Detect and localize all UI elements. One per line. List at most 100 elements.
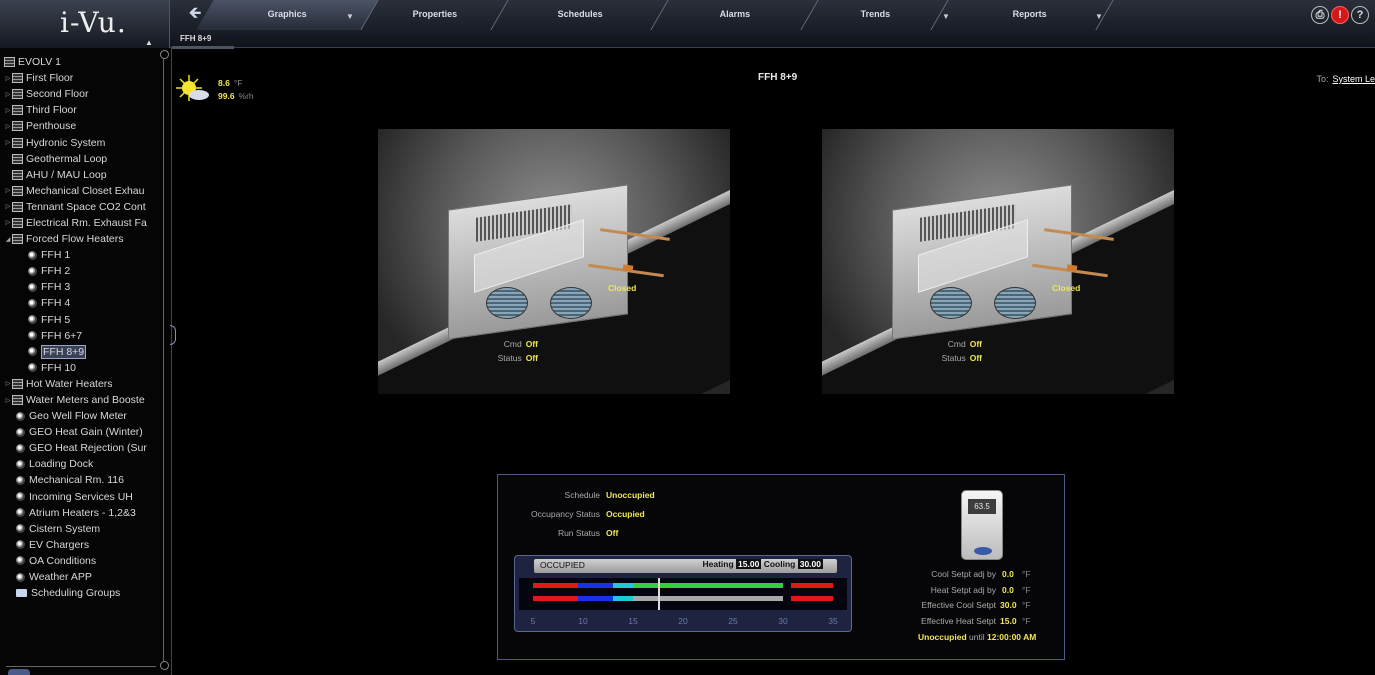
expand-arrow-icon[interactable]: ▷ — [4, 75, 12, 82]
tree-item-label: Hydronic System — [26, 136, 106, 149]
trends-dropdown-icon[interactable]: ▼ — [942, 12, 950, 21]
tree-item[interactable]: ▷ Mechanical Closet Exhau — [0, 183, 164, 199]
cmd-value-2[interactable]: Off — [970, 339, 982, 349]
tree-item[interactable]: ▷ Tennant Space CO2 Cont — [0, 199, 164, 215]
tree-item[interactable]: ▷ Water Meters and Booste — [0, 392, 164, 408]
status-value-1: Off — [525, 353, 538, 363]
expand-arrow-icon[interactable]: ▷ — [4, 219, 12, 226]
tree-item[interactable]: GEO Heat Rejection (Sur — [0, 440, 164, 456]
tree-item[interactable]: AHU / MAU Loop — [0, 167, 164, 183]
expand-arrow-icon[interactable]: ▷ — [4, 187, 12, 194]
tree-item[interactable]: Cistern System — [0, 521, 164, 537]
tab-properties-label: Properties — [412, 9, 458, 19]
tree-item-label: Second Floor — [26, 88, 89, 101]
status-row-1: Status Off — [438, 353, 538, 363]
reports-dropdown-icon[interactable]: ▼ — [1095, 12, 1103, 21]
tree-item[interactable]: FFH 3 — [0, 279, 164, 295]
tab-alarms-label: Alarms — [719, 9, 751, 19]
heat-adjust-value[interactable]: 0.0 — [1002, 585, 1014, 595]
print-icon[interactable]: ⎙ — [1311, 6, 1329, 24]
tree-item[interactable]: Incoming Services UH — [0, 489, 164, 505]
effective-cool-unit: °F — [1022, 600, 1031, 610]
outdoor-humidity: 99.6 %rh — [218, 91, 254, 101]
setpoint-bar-segment — [578, 583, 613, 588]
tab-reports[interactable]: Reports — [946, 0, 1114, 30]
tab-graphics-label: Graphics — [268, 9, 308, 19]
expand-arrow-icon[interactable]: ▷ — [4, 380, 12, 387]
tree-horizontal-scrollbar[interactable] — [6, 666, 156, 667]
logo-menu-icon[interactable]: ▲ — [145, 38, 153, 47]
tree-item[interactable]: Scheduling Groups — [0, 585, 164, 601]
tree-item[interactable]: ▷ Second Floor — [0, 86, 164, 102]
expand-arrow-icon[interactable]: ▷ — [4, 91, 12, 98]
graphics-dropdown-icon[interactable]: ▼ — [346, 12, 354, 21]
setpoint-graph[interactable]: OCCUPIED Heating 15.00 Cooling 30.00 5 10… — [514, 555, 852, 632]
cmd-row-2: Cmd Off — [882, 339, 982, 349]
tree-item-label: Mechanical Rm. 116 — [29, 474, 124, 487]
tree-item[interactable]: FFH 10 — [0, 360, 164, 376]
tree-item-label: FFH 6+7 — [41, 329, 83, 342]
tab-trends[interactable]: Trends — [801, 0, 949, 30]
tree-item[interactable]: ▷ Penthouse — [0, 118, 164, 134]
tab-alarms[interactable]: Alarms — [651, 0, 819, 30]
thermostat-icon[interactable]: 63.5 — [961, 490, 1003, 560]
expand-arrow-icon[interactable]: ▷ — [4, 139, 12, 146]
cool-adjust-value[interactable]: 0.0 — [1002, 569, 1014, 579]
cmd-value-1[interactable]: Off — [526, 339, 538, 349]
tree-item[interactable]: Mechanical Rm. 116 — [0, 472, 164, 488]
tree-item[interactable]: Atrium Heaters - 1,2&3 — [0, 505, 164, 521]
effective-heat-value: 15.0 — [1000, 616, 1017, 626]
cmd-label: Cmd — [503, 339, 522, 349]
setpoint-control-panel: Schedule Unoccupied Occupancy Status Occ… — [497, 474, 1065, 660]
fan-icon — [550, 287, 592, 319]
tree-item[interactable]: Geo Well Flow Meter — [0, 408, 164, 424]
help-icon[interactable]: ? — [1351, 6, 1369, 24]
system-level-link[interactable]: System Le — [1332, 74, 1375, 84]
tree-item-label: FFH 3 — [41, 281, 71, 294]
tree-item[interactable]: ▷ First Floor — [0, 70, 164, 86]
collapse-arrow-icon[interactable]: ◢ — [4, 236, 12, 243]
expand-arrow-icon[interactable]: ▷ — [4, 123, 12, 130]
control-program-icon — [16, 556, 25, 566]
equipment-icon — [12, 73, 23, 84]
tree-item[interactable]: Weather APP — [0, 569, 164, 585]
navigation-tree: EVOLV 1 ▷ First Floor ▷ Second Floor ▷ Third F… — [0, 54, 164, 666]
status-label: Status — [497, 353, 522, 363]
tree-scrollbar[interactable] — [160, 50, 169, 670]
tree-item[interactable]: Geothermal Loop — [0, 151, 164, 167]
expand-arrow-icon[interactable]: ▷ — [4, 397, 12, 404]
tree-item[interactable]: ▷ Hot Water Heaters — [0, 376, 164, 392]
tree-item[interactable]: FFH 6+7 — [0, 328, 164, 344]
tree-item[interactable]: ▷ Third Floor — [0, 102, 164, 118]
expand-arrow-icon[interactable]: ▷ — [4, 107, 12, 114]
tree-item[interactable]: GEO Heat Gain (Winter) — [0, 424, 164, 440]
tree-item[interactable]: FFH 4 — [0, 295, 164, 311]
tree-item[interactable]: ◢ Forced Flow Heaters — [0, 231, 164, 247]
equipment-icon — [12, 105, 23, 116]
control-program-icon — [28, 266, 37, 276]
alarm-icon[interactable]: ! — [1331, 6, 1349, 24]
tree-item[interactable]: ▷ Electrical Rm. Exhaust Fa — [0, 215, 164, 231]
tree-item[interactable]: ▷ Hydronic System — [0, 134, 164, 150]
tree-item[interactable]: FFH 5 — [0, 312, 164, 328]
tree-item[interactable]: EV Chargers — [0, 537, 164, 553]
tree-item[interactable]: FFH 2 — [0, 263, 164, 279]
tree-item[interactable]: EVOLV 1 — [0, 54, 164, 70]
tree-item[interactable]: FFH 8+9 — [0, 344, 164, 360]
tab-properties[interactable]: Properties — [361, 0, 509, 30]
tree-item[interactable]: FFH 1 — [0, 247, 164, 263]
outdoor-humidity-unit: %rh — [238, 91, 254, 101]
control-program-icon — [16, 540, 25, 550]
expand-arrow-icon[interactable]: ▷ — [4, 203, 12, 210]
tree-item[interactable]: OA Conditions — [0, 553, 164, 569]
tab-reports-label: Reports — [1013, 9, 1048, 19]
next-occupancy-row: Unoccupied until 12:00:00 AM — [918, 632, 1036, 642]
tree-resize-handle[interactable] — [8, 669, 30, 675]
setpoint-bar-segment — [633, 583, 783, 588]
equipment-icon — [4, 57, 15, 68]
effective-cool-label: Effective Cool Setpt — [921, 600, 997, 610]
tab-schedules[interactable]: Schedules — [491, 0, 669, 30]
tree-item-label: Atrium Heaters - 1,2&3 — [29, 506, 136, 519]
run-status-label: Run Status — [557, 528, 600, 538]
tree-item[interactable]: Loading Dock — [0, 456, 164, 472]
